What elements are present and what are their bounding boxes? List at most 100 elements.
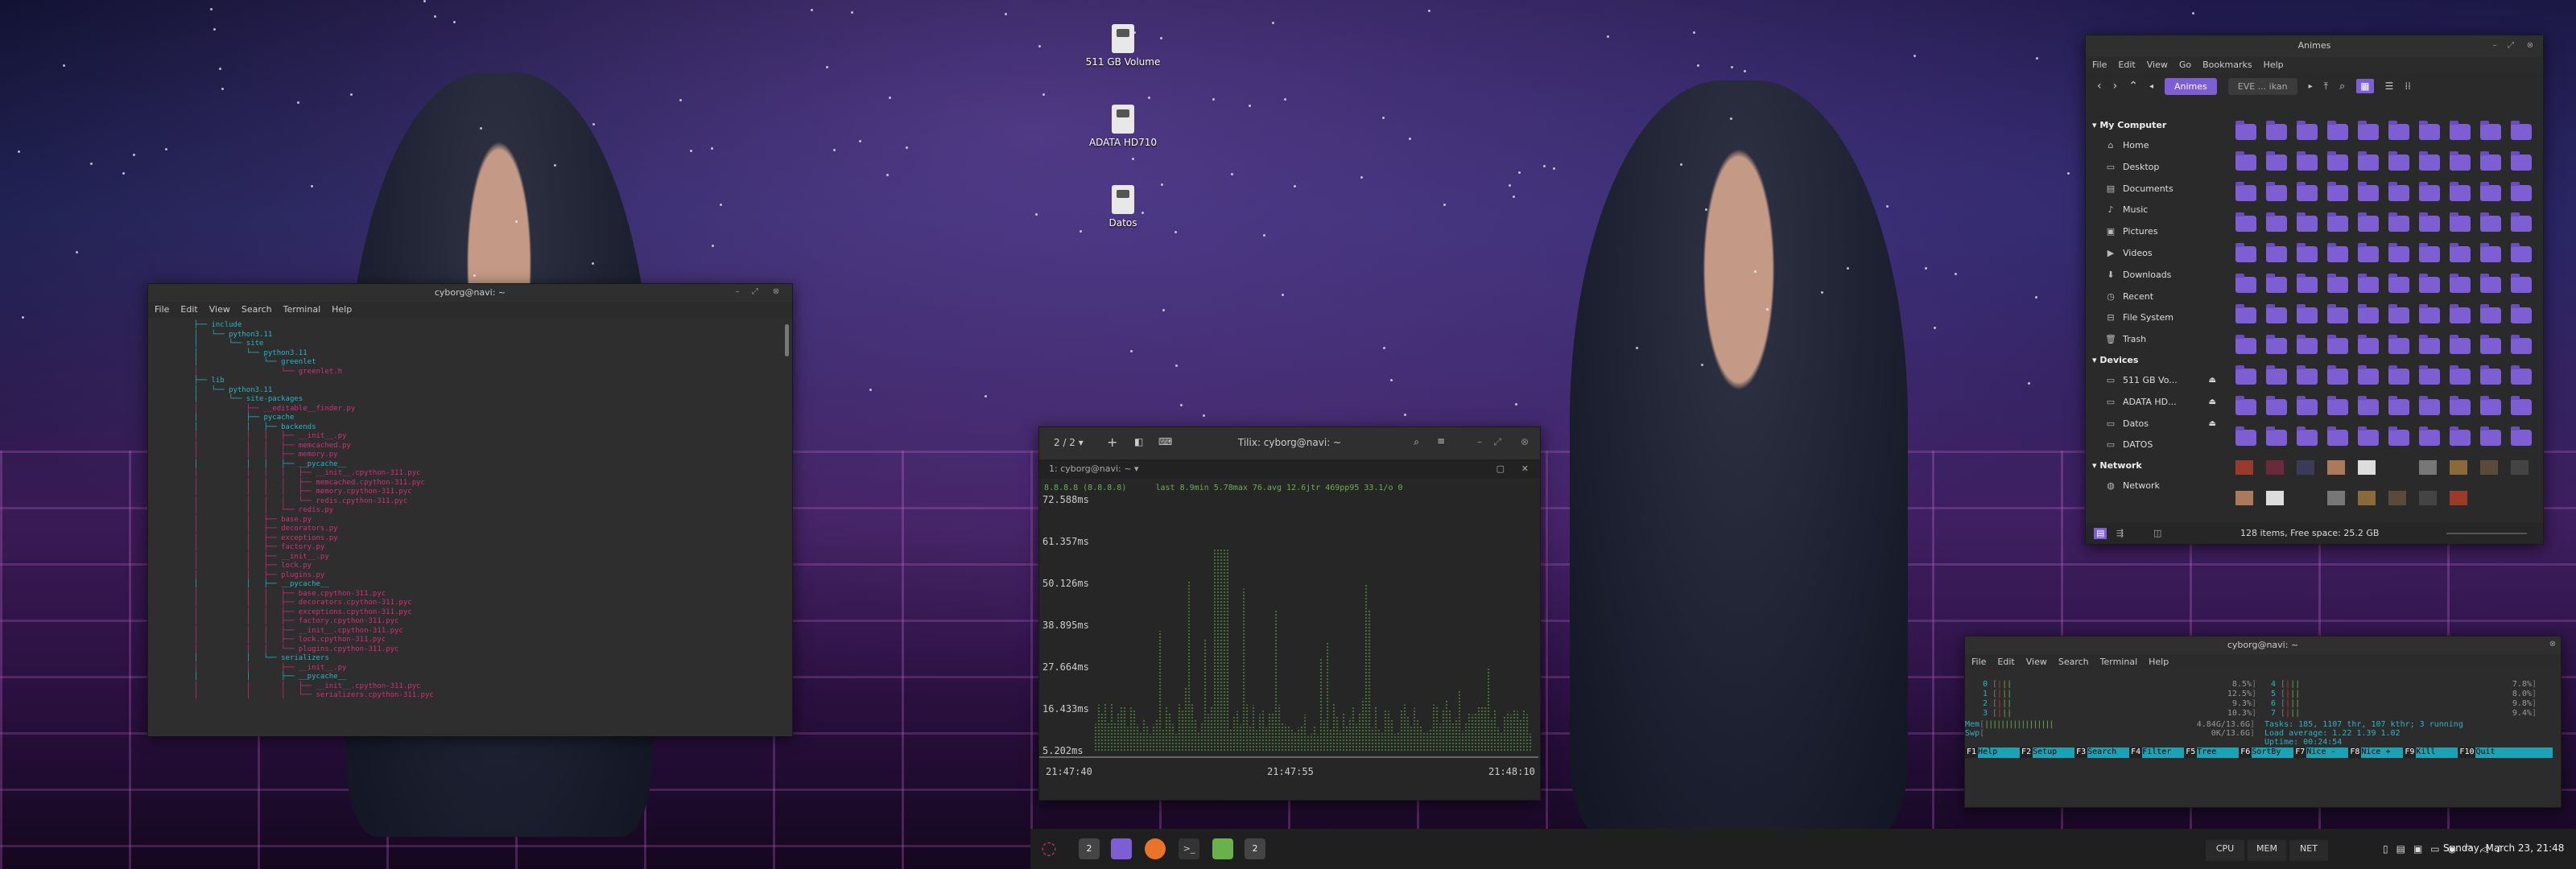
menu-icon[interactable]: ≡ xyxy=(1437,435,1445,447)
desktop-icon-volume-2[interactable]: ADATA HD710 xyxy=(1075,105,1171,148)
clock[interactable]: Sunday, March 23, 21:48 xyxy=(2443,842,2564,854)
sidebar-item-recent[interactable]: ◷ Recent xyxy=(2086,286,2223,308)
tilix-window[interactable]: 2 / 2 ▾ + ◧ ⌨ Tilix: cyborg@navi: ~ ⌕ ≡ … xyxy=(1038,426,1541,801)
folder-icon[interactable] xyxy=(2266,121,2287,140)
htop-content[interactable]: 0[||| 8.5%] 1[||| 12.5%] 2[||| 9.3%] 3[||| 10.3… xyxy=(1965,670,2561,809)
maximize-icon[interactable]: ⤢ xyxy=(2506,41,2516,51)
folder-icon[interactable] xyxy=(2419,243,2440,262)
folder-icon[interactable] xyxy=(2297,335,2318,354)
folder-icon[interactable] xyxy=(2388,426,2409,446)
folder-icon[interactable] xyxy=(2266,426,2287,446)
list-view-icon[interactable]: ☰ xyxy=(2385,80,2394,92)
minimize-icon[interactable]: – xyxy=(2490,41,2500,51)
folder-icon[interactable] xyxy=(2480,212,2501,232)
tilix-tab-bar[interactable]: 1: cyborg@navi: ~ ▾ ▢ ✕ xyxy=(1039,459,1540,479)
sidebar-item-network[interactable]: ◍ Network xyxy=(2086,476,2223,497)
folder-icon[interactable] xyxy=(2235,121,2256,140)
folder-icon[interactable] xyxy=(2327,304,2348,323)
menu-item-terminal[interactable]: Terminal xyxy=(283,302,321,318)
folder-icon[interactable] xyxy=(2266,151,2287,171)
menu-item-file[interactable]: File xyxy=(1971,654,1986,670)
folder-icon[interactable] xyxy=(2480,426,2501,446)
folder-icon[interactable] xyxy=(2450,121,2471,140)
folder-icon[interactable] xyxy=(2450,335,2471,354)
folder-icon[interactable] xyxy=(2419,335,2440,354)
folder-icon[interactable] xyxy=(2450,151,2471,171)
file-thumbnail[interactable] xyxy=(2266,460,2284,475)
close-icon[interactable]: ⊗ xyxy=(1521,436,1529,447)
hide-sidebar-icon[interactable]: ◫ xyxy=(2153,523,2161,544)
sidebar-item-videos[interactable]: ▶ Videos xyxy=(2086,243,2223,265)
menu-item-edit[interactable]: Edit xyxy=(2118,56,2135,74)
folder-icon[interactable] xyxy=(2297,212,2318,232)
function-key-f10[interactable]: F10 xyxy=(2458,748,2476,758)
file-thumbnail[interactable] xyxy=(2450,491,2467,505)
breadcrumb-active[interactable]: Animes xyxy=(2164,77,2217,95)
file-thumbnail[interactable] xyxy=(2388,460,2406,475)
folder-icon[interactable] xyxy=(2419,151,2440,171)
menu-item-edit[interactable]: Edit xyxy=(1997,654,2014,670)
file-thumbnail[interactable] xyxy=(2358,460,2376,475)
sidebar-item-file-system[interactable]: ⊟ File System xyxy=(2086,307,2223,329)
file-manager-window[interactable]: Animes – ⤢ ⊗ File Edit View Go Bookmarks Help… xyxy=(2085,35,2544,545)
folder-icon[interactable] xyxy=(2358,335,2379,354)
sidebar-item-trash[interactable]: 🗑 Trash xyxy=(2086,329,2223,351)
file-thumbnail[interactable] xyxy=(2450,460,2467,475)
sidebar-device[interactable]: ▭ ADATA HD... ⏏ xyxy=(2086,392,2223,414)
desktop-icon-volume-1[interactable]: 511 GB Volume xyxy=(1075,24,1171,68)
forward-icon[interactable]: › xyxy=(2113,80,2118,93)
workspace-switcher[interactable]: 2 xyxy=(1079,838,1100,859)
folder-icon[interactable] xyxy=(2266,243,2287,262)
folder-icon[interactable] xyxy=(2450,426,2471,446)
folder-icon[interactable] xyxy=(2297,182,2318,201)
folder-icon[interactable] xyxy=(2388,121,2409,140)
search-icon[interactable]: ⌕ xyxy=(1414,436,1419,448)
show-treeview-icon[interactable]: ⇶ xyxy=(2116,523,2124,544)
folder-icon[interactable] xyxy=(2511,304,2532,323)
terminal-output[interactable]: ├── include │ └── python3.11 │ └── site … xyxy=(148,318,792,736)
location-toggle-icon[interactable]: ⤒ xyxy=(2324,80,2328,93)
folder-icon[interactable] xyxy=(2358,365,2379,385)
folder-icon[interactable] xyxy=(2358,396,2379,415)
sidebar-item-home[interactable]: ⌂ Home xyxy=(2086,135,2223,157)
close-pane-icon[interactable]: ✕ xyxy=(1521,459,1529,479)
folder-icon[interactable] xyxy=(2480,365,2501,385)
folder-icon[interactable] xyxy=(2480,304,2501,323)
chevron-down-icon[interactable]: ▾ xyxy=(1134,463,1139,474)
file-thumbnail[interactable] xyxy=(2327,460,2345,475)
file-grid[interactable] xyxy=(2231,119,2537,521)
keyboard-icon[interactable]: ▤ xyxy=(2396,843,2413,855)
folder-icon[interactable] xyxy=(2358,121,2379,140)
menu-item-search[interactable]: Search xyxy=(242,302,272,318)
terminal-title-bar[interactable]: cyborg@navi: ~ ⊗ xyxy=(1965,636,2561,654)
folder-icon[interactable] xyxy=(2450,243,2471,262)
menu-item-help[interactable]: Help xyxy=(332,302,352,318)
folder-icon[interactable] xyxy=(2388,365,2409,385)
menu-logo-icon[interactable]: ◌ xyxy=(1038,838,1059,859)
eject-icon[interactable]: ⏏ xyxy=(2209,392,2216,414)
function-key-f4[interactable]: F4 xyxy=(2129,748,2143,758)
terminal-app-icon[interactable]: >_ xyxy=(1179,838,1199,859)
file-thumbnail[interactable] xyxy=(2235,460,2253,475)
folder-icon[interactable] xyxy=(2327,365,2348,385)
folder-icon[interactable] xyxy=(2297,243,2318,262)
folder-icon[interactable] xyxy=(2327,182,2348,201)
display-icon[interactable]: ▣ xyxy=(2413,843,2430,855)
files-app-icon[interactable] xyxy=(1111,838,1132,859)
menu-item-view[interactable]: View xyxy=(2147,56,2168,74)
sidebar-heading-network[interactable]: ▾ Network xyxy=(2086,456,2223,476)
folder-icon[interactable] xyxy=(2358,182,2379,201)
folder-icon[interactable] xyxy=(2388,396,2409,415)
sidebar-item-desktop[interactable]: ▭ Desktop xyxy=(2086,157,2223,179)
terminal-title-bar[interactable]: cyborg@navi: ~ – ⤢ ⊗ xyxy=(148,284,792,302)
folder-icon[interactable] xyxy=(2511,182,2532,201)
sidebar-heading-my-computer[interactable]: ▾ My Computer xyxy=(2086,116,2223,135)
menu-item-file[interactable]: File xyxy=(2092,56,2107,74)
folder-icon[interactable] xyxy=(2480,182,2501,201)
folder-icon[interactable] xyxy=(2419,121,2440,140)
folder-icon[interactable] xyxy=(2419,426,2440,446)
folder-icon[interactable] xyxy=(2511,121,2532,140)
menu-item-terminal[interactable]: Terminal xyxy=(2100,654,2138,670)
breadcrumb-right-icon[interactable]: ▸ xyxy=(2309,82,2313,91)
folder-icon[interactable] xyxy=(2388,182,2409,201)
